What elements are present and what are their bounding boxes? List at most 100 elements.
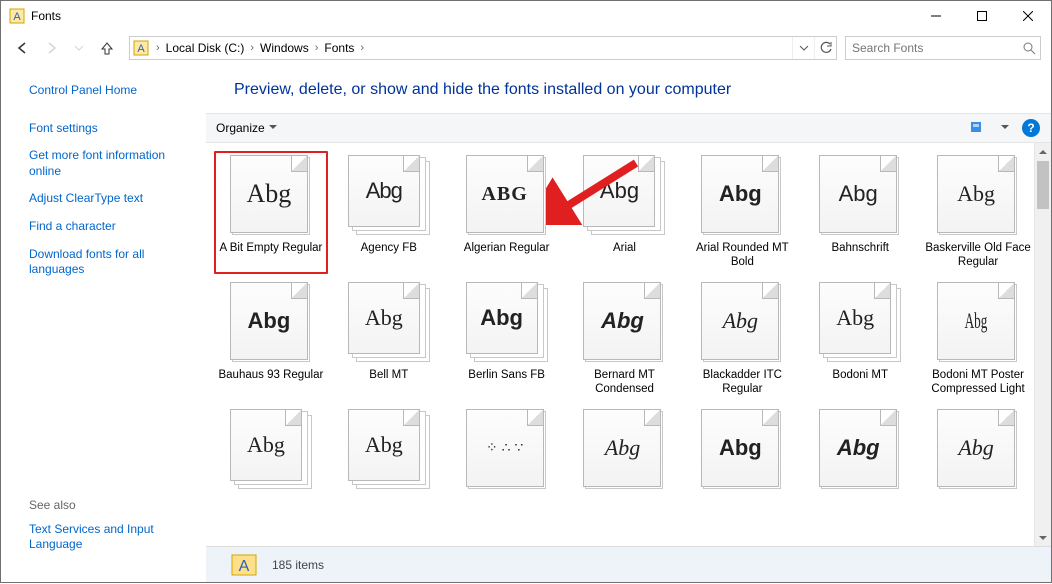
font-item[interactable]: Abg bbox=[803, 405, 917, 527]
font-name: Algerian Regular bbox=[464, 241, 550, 269]
help-button[interactable]: ? bbox=[1021, 118, 1041, 138]
font-thumbnail: Abg bbox=[230, 155, 312, 237]
font-grid: Abg A Bit Empty Regular Abg Agency FB ABG Alg… bbox=[206, 143, 1051, 535]
font-sample: Abg bbox=[957, 181, 995, 207]
font-item[interactable]: ABG Algerian Regular bbox=[450, 151, 564, 274]
scrollbar[interactable] bbox=[1034, 143, 1051, 546]
toolbar: Organize ? bbox=[206, 113, 1051, 143]
search-input[interactable] bbox=[846, 37, 1040, 59]
sidebar-link-text-services[interactable]: Text Services and Input Language bbox=[29, 522, 189, 553]
font-item[interactable]: Abg Arial bbox=[568, 151, 682, 274]
fonts-folder-large-icon: A bbox=[230, 551, 258, 579]
font-item[interactable]: AbgBell MT bbox=[332, 278, 446, 401]
font-thumbnail: Abg bbox=[819, 409, 901, 491]
chevron-right-icon[interactable]: › bbox=[311, 42, 323, 54]
minimize-button[interactable] bbox=[913, 1, 959, 31]
font-name: Bodoni MT Poster Compressed Light bbox=[925, 368, 1031, 397]
font-item[interactable]: Abg bbox=[214, 405, 328, 527]
font-item[interactable]: Abg bbox=[685, 405, 799, 527]
chevron-down-icon bbox=[269, 124, 277, 132]
font-item[interactable]: AbgBaskerville Old Face Regular bbox=[921, 151, 1035, 274]
font-item[interactable]: Abg Agency FB bbox=[332, 151, 446, 274]
sidebar-link-download[interactable]: Download fonts for all languages bbox=[29, 247, 189, 278]
font-sample: Abg bbox=[723, 308, 758, 334]
maximize-button[interactable] bbox=[959, 1, 1005, 31]
font-item[interactable]: AbgArial Rounded MT Bold bbox=[685, 151, 799, 274]
font-item[interactable]: Abg bbox=[921, 405, 1035, 527]
svg-text:A: A bbox=[239, 558, 250, 575]
recent-dropdown[interactable] bbox=[67, 36, 91, 60]
font-sample: Abg bbox=[837, 435, 880, 461]
font-thumbnail: Abg bbox=[466, 282, 548, 364]
scroll-down-button[interactable] bbox=[1035, 529, 1051, 546]
forward-button[interactable] bbox=[39, 36, 63, 60]
font-thumbnail: Abg bbox=[937, 282, 1019, 364]
font-name: Arial Rounded MT Bold bbox=[689, 241, 795, 270]
search-box[interactable] bbox=[845, 36, 1041, 60]
sidebar-link-cleartype[interactable]: Adjust ClearType text bbox=[29, 191, 189, 207]
window-title: Fonts bbox=[31, 9, 913, 23]
font-name: Agency FB bbox=[361, 241, 417, 269]
organize-menu[interactable]: Organize bbox=[216, 121, 277, 135]
close-button[interactable] bbox=[1005, 1, 1051, 31]
refresh-button[interactable] bbox=[814, 37, 836, 59]
font-item[interactable]: Abg Berlin Sans FB bbox=[450, 278, 564, 401]
font-thumbnail: Abg bbox=[583, 155, 665, 237]
font-sample: Abg bbox=[839, 181, 878, 207]
see-also-label: See also bbox=[29, 498, 206, 512]
font-thumbnail: Abg bbox=[583, 282, 665, 364]
history-dropdown[interactable] bbox=[792, 37, 814, 59]
font-item[interactable]: Abg bbox=[332, 405, 446, 527]
chevron-right-icon[interactable]: › bbox=[246, 42, 258, 54]
chevron-right-icon[interactable]: › bbox=[152, 42, 164, 54]
font-name: A Bit Empty Regular bbox=[219, 241, 322, 269]
font-thumbnail: Abg bbox=[230, 282, 312, 364]
font-item[interactable]: AbgBodoni MT bbox=[803, 278, 917, 401]
font-item[interactable]: AbgBauhaus 93 Regular bbox=[214, 278, 328, 401]
scroll-up-button[interactable] bbox=[1035, 143, 1051, 160]
font-thumbnail: Abg bbox=[348, 155, 430, 237]
font-sample: Abg bbox=[600, 178, 639, 204]
sidebar-link-find-char[interactable]: Find a character bbox=[29, 219, 189, 235]
up-button[interactable] bbox=[95, 36, 119, 60]
chevron-right-icon[interactable]: › bbox=[356, 42, 368, 54]
view-dropdown[interactable] bbox=[995, 118, 1015, 138]
font-sample: Abg bbox=[247, 179, 292, 209]
breadcrumb-item[interactable]: Windows bbox=[258, 41, 311, 55]
font-sample: Abg bbox=[480, 305, 523, 331]
font-item[interactable]: Abg Blackadder ITC Regular bbox=[685, 278, 799, 401]
font-item[interactable]: ⁘ ∴ ∵ bbox=[450, 405, 564, 527]
search-icon[interactable] bbox=[1022, 41, 1036, 60]
font-sample: Abg bbox=[965, 308, 988, 334]
sidebar: Control Panel Home Font settings Get mor… bbox=[1, 65, 206, 546]
sidebar-link-more-info[interactable]: Get more font information online bbox=[29, 148, 189, 179]
font-name: Bernard MT Condensed bbox=[572, 368, 678, 397]
font-name: Berlin Sans FB bbox=[468, 368, 545, 396]
font-item[interactable]: Abg Bernard MT Condensed bbox=[568, 278, 682, 401]
font-item[interactable]: Abg Bodoni MT Poster Compressed Light bbox=[921, 278, 1035, 401]
breadcrumb-item[interactable]: Local Disk (C:) bbox=[164, 41, 247, 55]
breadcrumb[interactable]: A › Local Disk (C:) › Windows › Fonts › bbox=[129, 36, 837, 60]
sidebar-link-font-settings[interactable]: Font settings bbox=[29, 121, 189, 137]
control-panel-home-link[interactable]: Control Panel Home bbox=[29, 83, 189, 99]
font-thumbnail: Abg bbox=[583, 409, 665, 491]
scroll-thumb[interactable] bbox=[1037, 161, 1049, 209]
back-button[interactable] bbox=[11, 36, 35, 60]
font-thumbnail: Abg bbox=[348, 282, 430, 364]
page-title: Preview, delete, or show and hide the fo… bbox=[206, 65, 1051, 113]
view-options-button[interactable] bbox=[969, 118, 989, 138]
font-sample: Abg bbox=[365, 432, 403, 458]
font-item[interactable]: Abg bbox=[568, 405, 682, 527]
font-name: Arial bbox=[613, 241, 636, 269]
font-sample: Abg bbox=[605, 435, 640, 461]
font-thumbnail: Abg bbox=[937, 155, 1019, 237]
font-sample: Abg bbox=[366, 178, 402, 204]
font-name: Blackadder ITC Regular bbox=[689, 368, 795, 397]
font-item[interactable]: AbgBahnschrift bbox=[803, 151, 917, 274]
font-thumbnail: ABG bbox=[466, 155, 548, 237]
breadcrumb-item[interactable]: Fonts bbox=[322, 41, 356, 55]
font-thumbnail: ⁘ ∴ ∵ bbox=[466, 409, 548, 491]
font-thumbnail: Abg bbox=[230, 409, 312, 491]
font-item[interactable]: Abg A Bit Empty Regular bbox=[214, 151, 328, 274]
svg-text:A: A bbox=[137, 43, 145, 55]
